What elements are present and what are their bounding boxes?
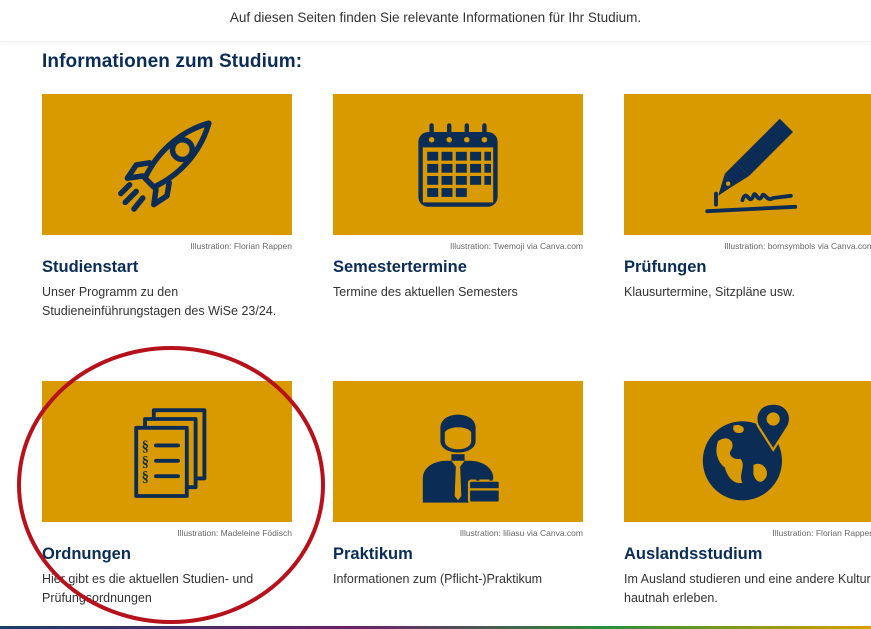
card-description: Termine des aktuellen Semesters	[333, 285, 518, 299]
person-briefcase-icon	[422, 414, 501, 504]
card-auslandsstudium[interactable]: Illustration: Florian Rappen Auslandsstu…	[624, 381, 871, 608]
card-image[interactable]	[42, 94, 292, 235]
svg-text:§: §	[142, 454, 149, 470]
documents-paragraph-icon: §§§	[134, 407, 207, 498]
calendar-icon	[418, 122, 498, 207]
section-title: Informationen zum Studium:	[42, 51, 303, 72]
illustration-credit: Illustration: Florian Rappen	[772, 528, 871, 538]
card-description: Informationen zum (Pflicht-)Praktikum	[333, 572, 543, 586]
illustration-credit: Illustration: liliasu via Canva.com	[459, 528, 583, 538]
card-image[interactable]	[333, 381, 583, 522]
card-description: Klausurtermine, Sitzpläne usw.	[624, 285, 795, 299]
card-ordnungen[interactable]: § § § Illustration: Madeleine Födisch Ordn…	[42, 381, 292, 608]
card-description: Unser Programm zu den Studieneinführungs…	[42, 285, 277, 318]
card-title[interactable]: Auslandsstudium	[624, 545, 871, 564]
card-description: Im Ausland studieren und eine andere Kul…	[624, 572, 871, 605]
illustration-credit: Illustration: Florian Rappen	[190, 241, 292, 251]
card-title[interactable]: Semestertermine	[333, 258, 583, 277]
card-title[interactable]: Praktikum	[333, 545, 583, 564]
card-praktikum[interactable]: Illustration: liliasu via Canva.com Prak…	[333, 381, 583, 589]
pen-signature-icon	[705, 118, 798, 213]
card-title[interactable]: Ordnungen	[42, 545, 292, 564]
card-semestertermine[interactable]: Illustration: Twemoji via Canva.com Seme…	[333, 94, 583, 302]
illustration-credit: Illustration: Madeleine Födisch	[177, 528, 292, 538]
illustration-credit: Illustration: bomsymbols via Canva.com	[724, 241, 871, 251]
globe-pin-icon	[702, 401, 792, 500]
card-studienstart[interactable]: Illustration: Florian Rappen Studienstar…	[42, 94, 292, 321]
intro-text: Auf diesen Seiten finden Sie relevante I…	[0, 0, 871, 42]
card-pruefungen[interactable]: Illustration: bomsymbols via Canva.com P…	[624, 94, 871, 302]
card-image[interactable]	[333, 94, 583, 235]
svg-text:§: §	[142, 469, 149, 485]
rocket-icon	[118, 119, 212, 212]
illustration-credit: Illustration: Twemoji via Canva.com	[449, 241, 583, 251]
card-title[interactable]: Studienstart	[42, 258, 292, 277]
card-description: Hier gibt es die aktuellen Studien- und …	[42, 572, 254, 605]
card-image[interactable]	[624, 381, 871, 522]
card-image[interactable]: § § §	[42, 381, 292, 522]
svg-text:§: §	[142, 438, 149, 454]
card-title[interactable]: Prüfungen	[624, 258, 871, 277]
card-image[interactable]	[624, 94, 871, 235]
